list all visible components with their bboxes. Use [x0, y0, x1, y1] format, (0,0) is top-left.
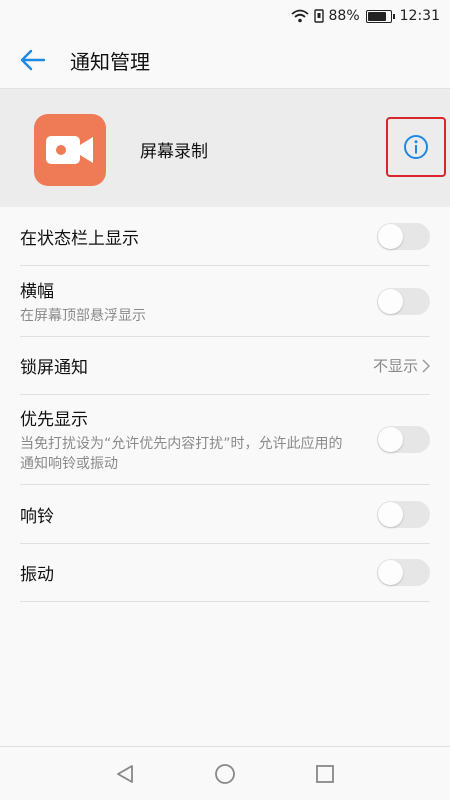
lock-screen-value-label: 不显示: [372, 357, 418, 375]
setting-title: 响铃: [20, 506, 54, 527]
setting-vibrate: 振动: [20, 544, 430, 602]
toggle-knob: [378, 288, 403, 314]
lock-screen-value[interactable]: 不显示: [373, 355, 430, 376]
status-bar-toggle[interactable]: [377, 222, 430, 250]
video-camera-icon: [34, 114, 106, 186]
nav-back-button[interactable]: [75, 747, 175, 800]
vibrate-toggle[interactable]: [377, 559, 430, 586]
setting-banner: 横幅 在屏幕顶部悬浮显示: [20, 266, 430, 337]
app-name: 屏幕录制: [140, 142, 208, 162]
setting-title: 在状态栏上显示: [20, 228, 139, 249]
setting-status-bar: 在状态栏上显示: [20, 207, 430, 266]
setting-title: 横幅: [20, 281, 54, 302]
app-info-button[interactable]: [386, 117, 446, 177]
page-title: 通知管理: [70, 49, 150, 74]
back-arrow-icon: [20, 49, 46, 71]
setting-lock-screen[interactable]: 锁屏通知 不显示: [20, 337, 430, 395]
toggle-knob: [378, 560, 403, 585]
setting-title: 锁屏通知: [20, 358, 88, 378]
setting-subtitle: 当免打扰设为“允许优先内容打扰”时，允许此应用的通知响铃或振动: [20, 436, 343, 472]
back-button[interactable]: [0, 32, 70, 88]
sim-icon: [313, 9, 324, 23]
toggle-knob: [378, 501, 403, 527]
square-recents-icon: [316, 764, 334, 783]
app-card: 屏幕录制: [0, 88, 450, 207]
setting-priority: 优先显示 当免打扰设为“允许优先内容打扰”时，允许此应用的通知响铃或振动: [20, 395, 430, 485]
setting-title: 优先显示: [20, 410, 88, 430]
clock: 12:31: [399, 8, 440, 24]
nav-home-button[interactable]: [175, 747, 275, 800]
battery-percent: 88%: [328, 8, 360, 24]
chevron-right-icon: [422, 358, 430, 373]
settings-list: 在状态栏上显示 横幅 在屏幕顶部悬浮显示 锁屏通知 不显示 优先显示 当免打扰设…: [0, 207, 450, 602]
circle-home-icon: [215, 763, 235, 784]
wifi-icon: [290, 9, 309, 23]
setting-ring: 响铃: [20, 485, 430, 544]
battery-icon: [365, 9, 395, 23]
navigation-bar: [0, 746, 450, 800]
ring-toggle[interactable]: [377, 500, 430, 528]
status-bar: 88% 12:31: [0, 0, 450, 32]
triangle-back-icon: [117, 764, 133, 783]
setting-subtitle: 在屏幕顶部悬浮显示: [20, 307, 146, 324]
toggle-knob: [378, 427, 403, 452]
battery-level: [367, 11, 387, 21]
info-icon: [404, 135, 428, 159]
setting-title: 振动: [20, 565, 54, 585]
app-header: 通知管理: [0, 32, 450, 88]
toggle-knob: [378, 223, 403, 249]
nav-recents-button[interactable]: [275, 747, 375, 800]
banner-toggle[interactable]: [377, 287, 430, 315]
priority-toggle[interactable]: [377, 426, 430, 453]
